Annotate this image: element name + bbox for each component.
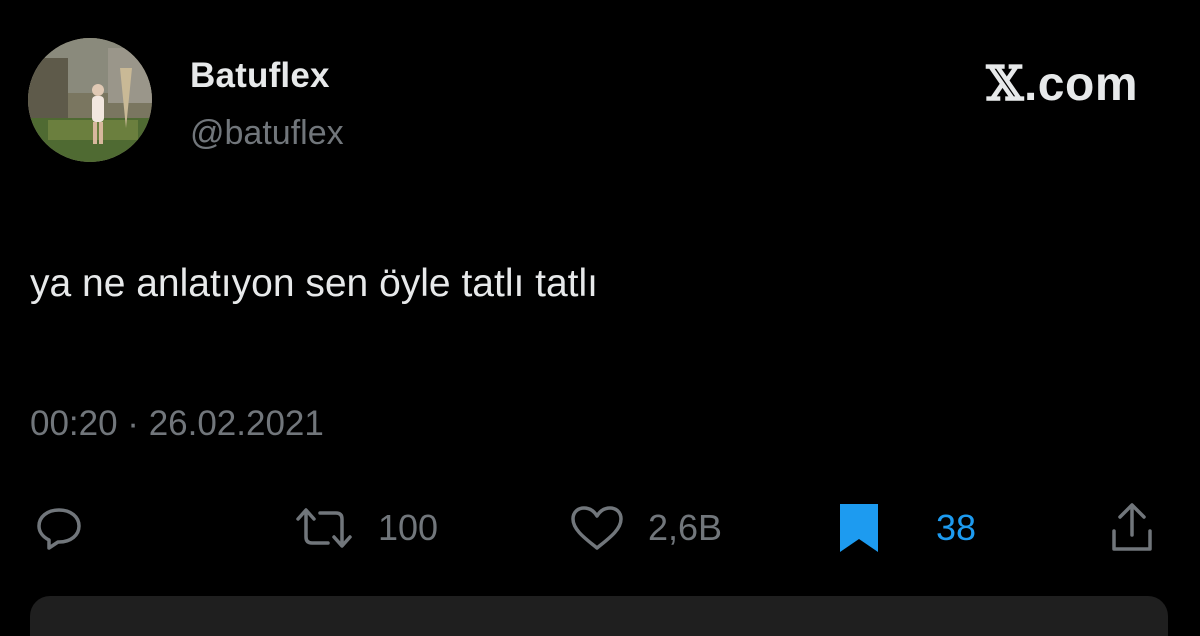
reply-composer-bar[interactable] bbox=[30, 596, 1168, 636]
share-button[interactable] bbox=[1108, 496, 1156, 560]
tweet-card: Batuflex @batuflex 𝕏.com ya ne anlatıyon… bbox=[0, 0, 1200, 636]
tweet-timestamp[interactable]: 00:20 · 26.02.2021 bbox=[30, 404, 324, 444]
brand-domain: .com bbox=[1023, 58, 1138, 111]
tweet-text: ya ne anlatıyon sen öyle tatlı tatlı bbox=[30, 262, 599, 305]
user-handle[interactable]: @batuflex bbox=[190, 114, 344, 153]
x-logo-icon: 𝕏 bbox=[986, 56, 1024, 112]
bookmark-icon bbox=[840, 504, 878, 552]
bookmark-button[interactable]: 38 bbox=[834, 496, 976, 560]
like-button[interactable]: 2,6B bbox=[568, 496, 722, 560]
heart-icon bbox=[571, 506, 623, 550]
share-icon bbox=[1112, 503, 1152, 551]
tweet-actions: 100 2,6B 38 bbox=[0, 496, 1200, 560]
bookmark-count: 38 bbox=[936, 507, 977, 548]
like-count: 2,6B bbox=[648, 507, 723, 548]
reply-button[interactable] bbox=[34, 496, 84, 560]
retweet-icon bbox=[296, 508, 352, 548]
avatar[interactable] bbox=[28, 38, 152, 162]
retweet-button[interactable]: 100 bbox=[292, 496, 438, 560]
x-brand-logo: 𝕏.com bbox=[986, 56, 1138, 112]
display-name[interactable]: Batuflex bbox=[190, 56, 330, 96]
reply-icon bbox=[37, 508, 81, 550]
retweet-count: 100 bbox=[378, 507, 439, 548]
avatar-photo bbox=[28, 38, 152, 162]
